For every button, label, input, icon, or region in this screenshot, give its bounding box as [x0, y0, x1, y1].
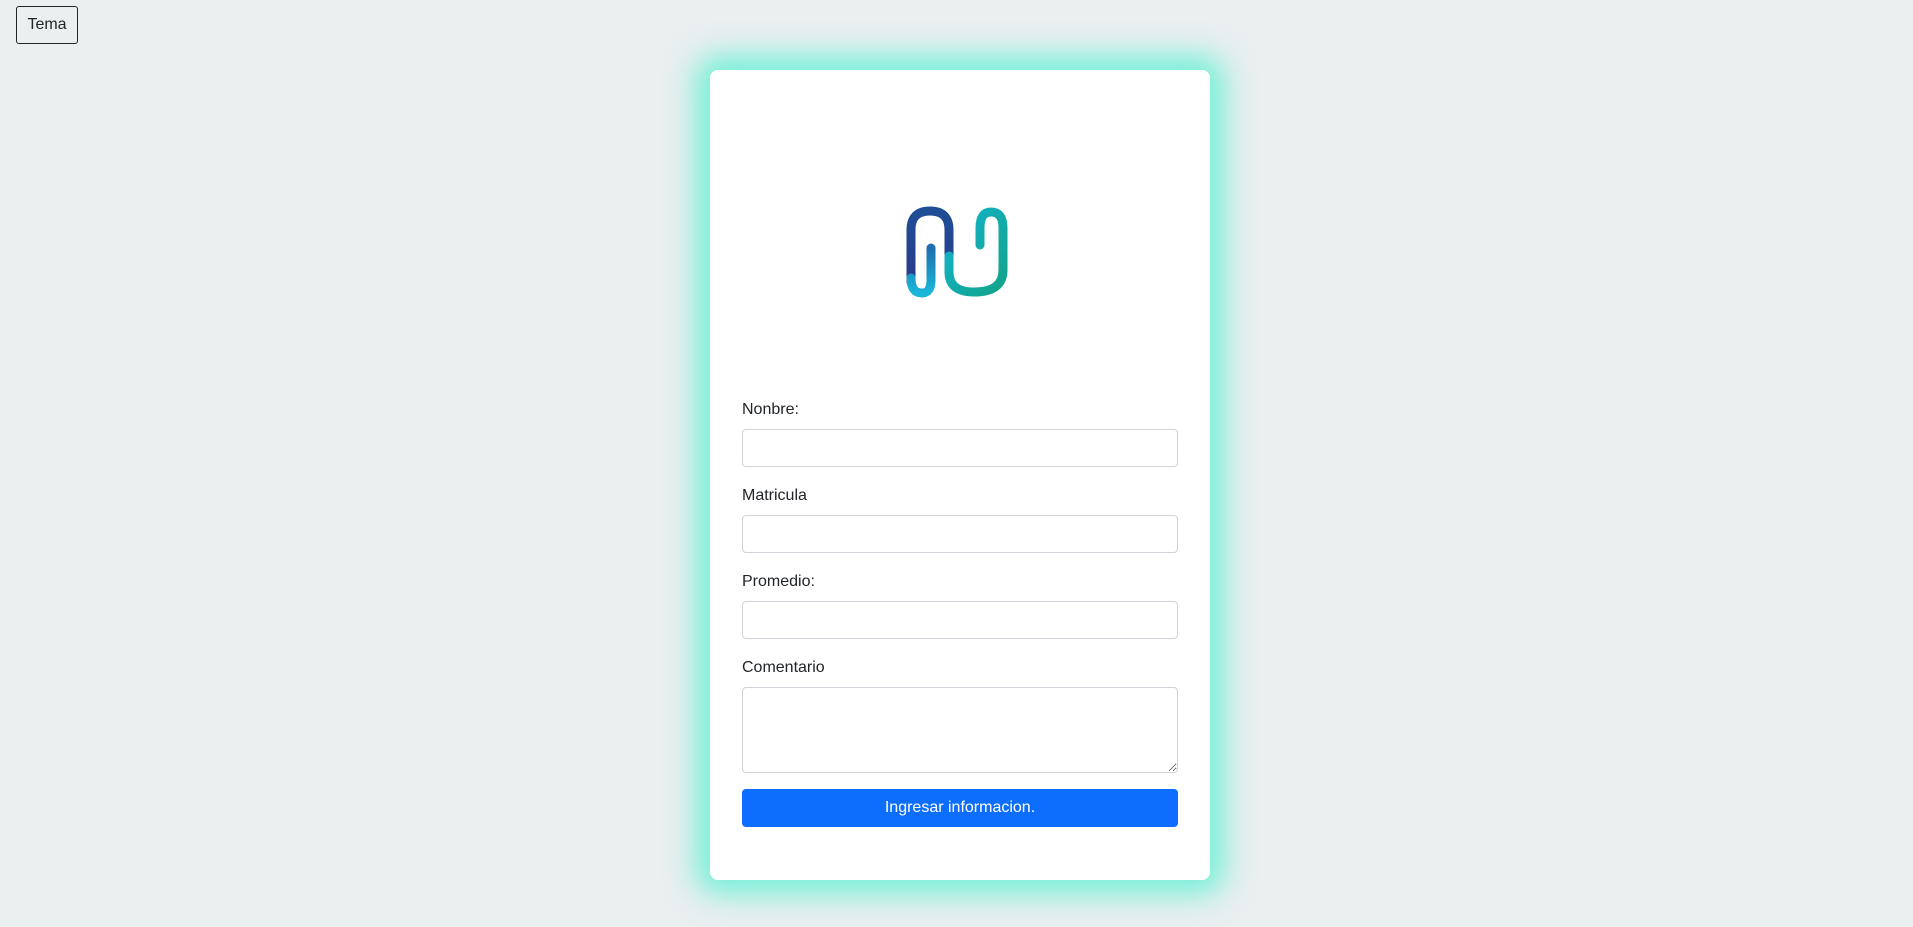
- form-card: Nonbre: Matricula Promedio: Comentario I…: [710, 70, 1210, 880]
- comentario-label: Comentario: [742, 659, 825, 676]
- nombre-input[interactable]: [742, 429, 1178, 467]
- nombre-label: Nonbre:: [742, 401, 799, 418]
- comentario-textarea[interactable]: [742, 687, 1178, 773]
- matricula-label: Matricula: [742, 487, 807, 504]
- promedio-input[interactable]: [742, 601, 1178, 639]
- submit-button[interactable]: Ingresar informacion.: [742, 789, 1178, 827]
- student-form: Nonbre: Matricula Promedio: Comentario I…: [742, 400, 1178, 827]
- theme-button[interactable]: Tema: [16, 6, 78, 44]
- brand-logo-icon: [900, 200, 1018, 300]
- matricula-input[interactable]: [742, 515, 1178, 553]
- promedio-label: Promedio:: [742, 573, 815, 590]
